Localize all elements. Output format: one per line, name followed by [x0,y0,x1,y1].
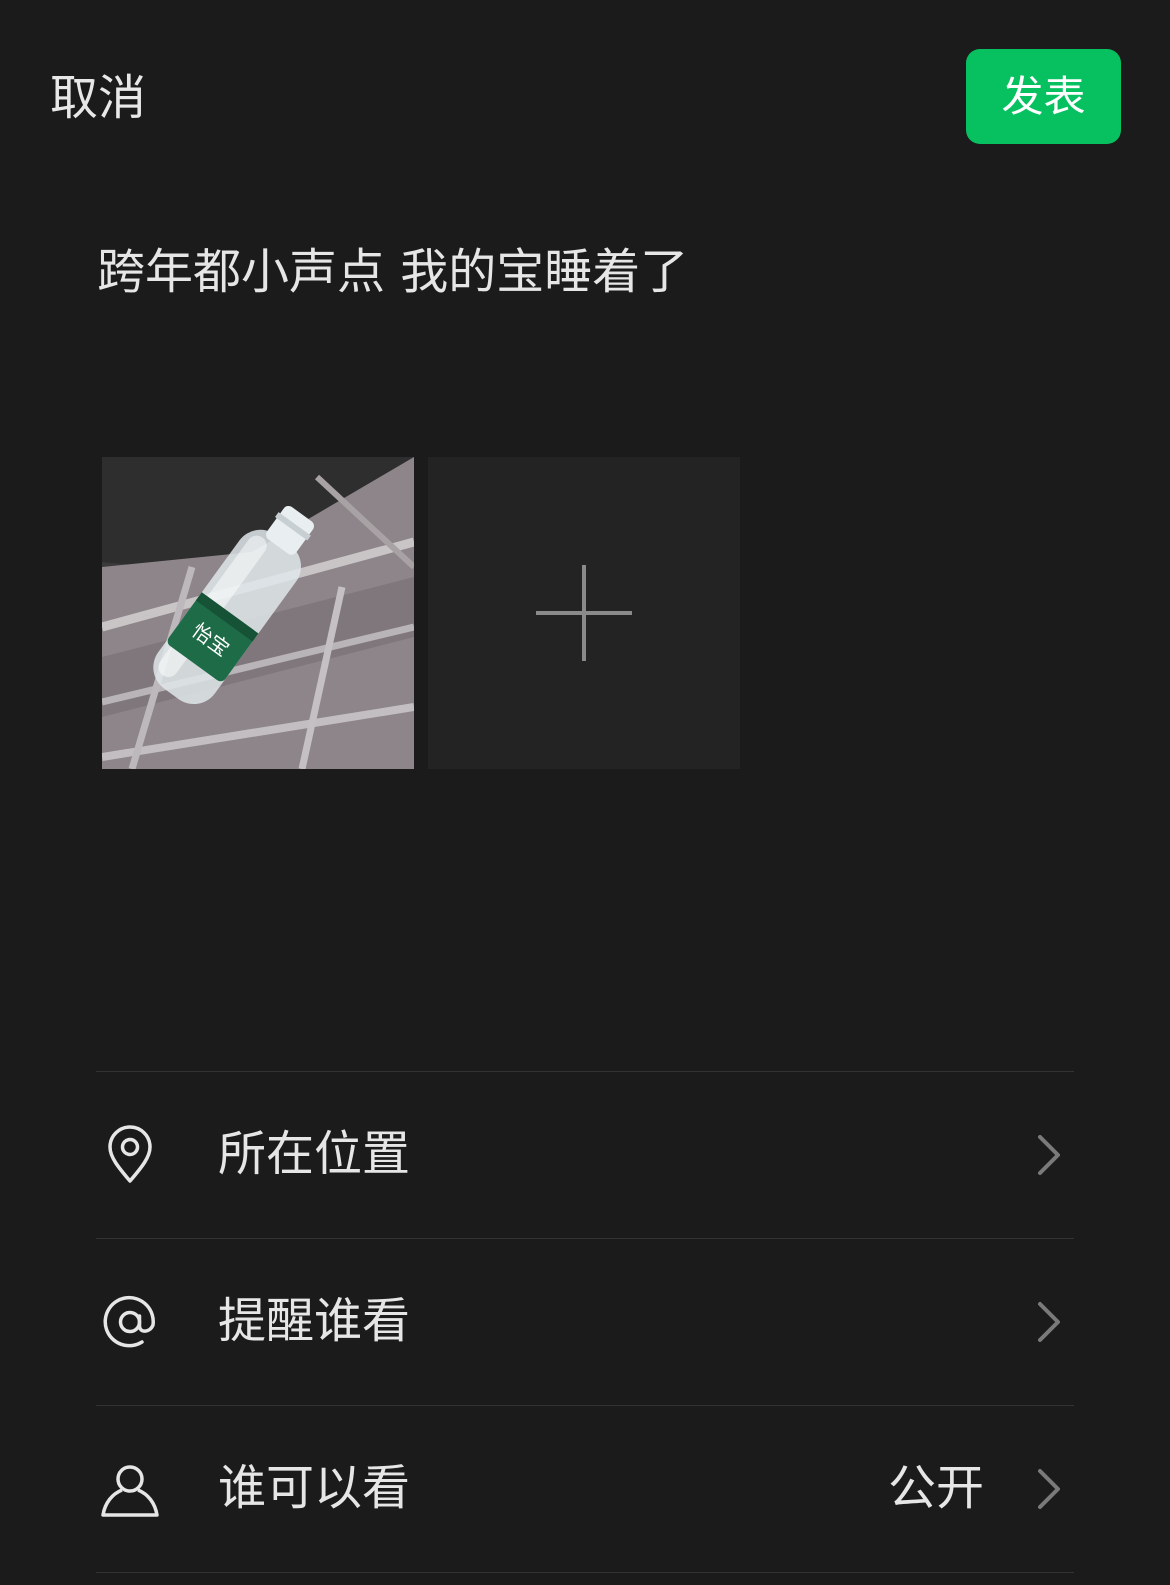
visibility-label: 谁可以看 [218,1460,411,1516]
photo-image: 怡宝 [102,457,414,769]
at-icon [103,1295,155,1348]
visibility-row[interactable]: 谁可以看 公开 [96,1406,1074,1572]
plus-icon [582,565,586,661]
cancel-button[interactable]: 取消 [50,66,146,130]
post-text-input[interactable]: 跨年都小声点 我的宝睡着了 [97,240,688,304]
divider [96,1572,1074,1573]
location-label: 所在位置 [218,1126,411,1182]
visibility-value: 公开 [887,1460,984,1516]
chevron-right-icon [1038,1135,1060,1175]
person-icon [101,1465,159,1517]
mention-label: 提醒谁看 [218,1293,411,1349]
mention-row[interactable]: 提醒谁看 [96,1239,1074,1405]
location-pin-icon [108,1125,152,1183]
location-row[interactable]: 所在位置 [96,1072,1074,1238]
publish-button[interactable]: 发表 [966,49,1121,144]
chevron-right-icon [1038,1302,1060,1342]
add-photo-button[interactable] [428,457,740,769]
chevron-right-icon [1038,1469,1060,1509]
photo-thumbnail[interactable]: 怡宝 [102,457,414,769]
